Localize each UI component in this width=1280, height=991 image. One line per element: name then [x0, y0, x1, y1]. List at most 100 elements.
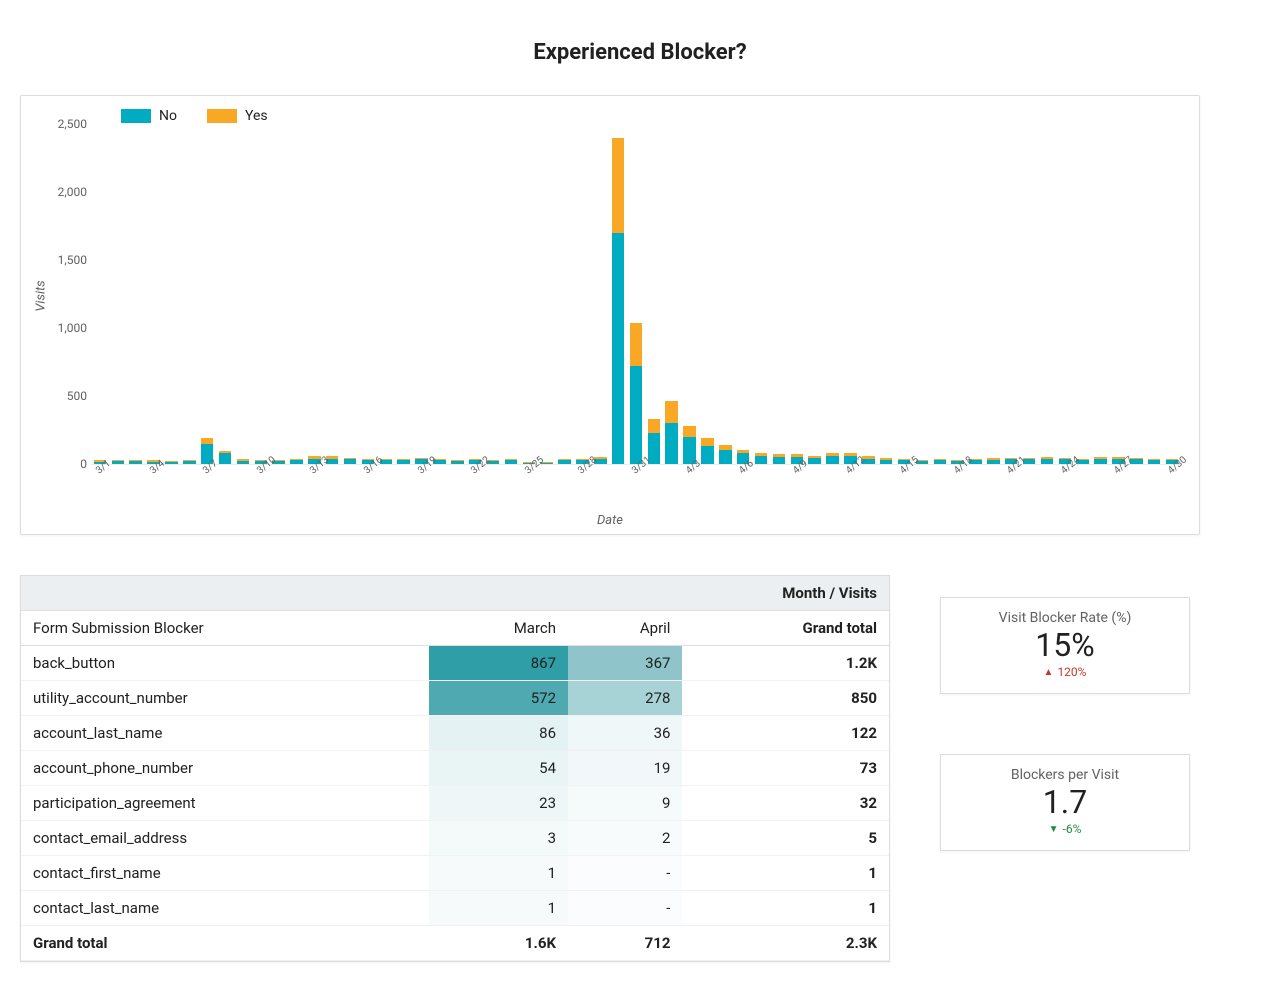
y-tick: 500 — [67, 389, 87, 403]
legend-label-no: No — [159, 108, 177, 124]
blocker-table: Month / Visits Form Submission Blocker M… — [20, 575, 890, 962]
legend-item-yes[interactable]: Yes — [207, 108, 268, 124]
bar[interactable] — [290, 459, 303, 464]
cell-total: 850 — [682, 681, 889, 716]
bar[interactable] — [183, 460, 196, 464]
table-row-header[interactable]: Form Submission Blocker — [21, 611, 429, 646]
table-row[interactable]: account_phone_number541973 — [21, 751, 889, 786]
bar[interactable] — [1041, 457, 1054, 464]
table-col-march[interactable]: March — [429, 611, 568, 646]
bar[interactable] — [648, 419, 661, 464]
chart-legend: No Yes — [121, 108, 268, 124]
bar[interactable] — [701, 438, 714, 464]
chart-card: No Yes Visits 05001,0001,5002,0002,500 3… — [20, 95, 1200, 535]
y-tick: 1,000 — [58, 321, 87, 335]
kpi-delta-text: -6% — [1063, 822, 1082, 836]
cell-total: 1 — [682, 891, 889, 926]
legend-swatch-no — [121, 109, 151, 123]
cell-march: 54 — [429, 751, 568, 786]
bar[interactable] — [1094, 457, 1107, 464]
arrow-down-icon: ▼ — [1049, 824, 1059, 835]
table-super-header: Month / Visits — [21, 576, 889, 611]
kpi-value: 1.7 — [951, 785, 1179, 820]
table-row[interactable]: account_last_name8636122 — [21, 716, 889, 751]
y-axis-label: Visits — [34, 280, 49, 311]
legend-item-no[interactable]: No — [121, 108, 177, 124]
legend-label-yes: Yes — [245, 108, 268, 124]
row-label: contact_first_name — [21, 856, 429, 891]
row-label: contact_email_address — [21, 821, 429, 856]
row-label: back_button — [21, 646, 429, 681]
cell-april: 36 — [568, 716, 682, 751]
row-label: utility_account_number — [21, 681, 429, 716]
y-tick: 0 — [80, 457, 87, 471]
kpi-blockers-per-visit: Blockers per Visit 1.7 ▼ -6% — [940, 754, 1190, 851]
chart-plot-area[interactable] — [91, 124, 1181, 464]
kpi-label: Visit Blocker Rate (%) — [951, 610, 1179, 626]
cell-april: - — [568, 856, 682, 891]
row-label: participation_agreement — [21, 786, 429, 821]
table-col-april[interactable]: April — [568, 611, 682, 646]
cell-total: 122 — [682, 716, 889, 751]
bar[interactable] — [987, 458, 1000, 464]
table-row[interactable]: contact_email_address325 — [21, 821, 889, 856]
bar[interactable] — [1148, 459, 1161, 464]
cell-march: 1 — [429, 856, 568, 891]
bar[interactable] — [219, 451, 232, 464]
cell-march: 23 — [429, 786, 568, 821]
cell-march: 86 — [429, 716, 568, 751]
bar[interactable] — [397, 459, 410, 464]
bar[interactable] — [237, 459, 250, 464]
bar[interactable] — [773, 454, 786, 464]
y-tick: 1,500 — [58, 253, 87, 267]
cell-april: 9 — [568, 786, 682, 821]
bar[interactable] — [826, 453, 839, 464]
bar[interactable] — [558, 459, 571, 464]
bar[interactable] — [934, 459, 947, 464]
cell-total: 5 — [682, 821, 889, 856]
cell-march: 1 — [429, 891, 568, 926]
bar[interactable] — [112, 460, 125, 464]
y-axis: 05001,0001,5002,0002,500 — [51, 124, 91, 464]
y-tick: 2,500 — [58, 117, 87, 131]
row-label: contact_last_name — [21, 891, 429, 926]
bar[interactable] — [129, 460, 142, 464]
cell-march: 3 — [429, 821, 568, 856]
kpi-blocker-rate: Visit Blocker Rate (%) 15% ▲ 120% — [940, 597, 1190, 694]
kpi-delta: ▼ -6% — [951, 822, 1179, 836]
kpi-value: 15% — [951, 628, 1179, 663]
bar[interactable] — [505, 459, 518, 464]
cell-april: 2 — [568, 821, 682, 856]
table-row[interactable]: back_button8673671.2K — [21, 646, 889, 681]
bar[interactable] — [880, 458, 893, 464]
cell-april: 278 — [568, 681, 682, 716]
table-row[interactable]: contact_first_name1-1 — [21, 856, 889, 891]
row-label: account_last_name — [21, 716, 429, 751]
bar[interactable] — [344, 458, 357, 464]
bar[interactable] — [755, 453, 768, 464]
bar[interactable] — [630, 323, 643, 464]
kpi-label: Blockers per Visit — [951, 767, 1179, 783]
table-row[interactable]: utility_account_number572278850 — [21, 681, 889, 716]
table-grand-total: Grand total1.6K7122.3K — [21, 926, 889, 961]
bar[interactable] — [451, 460, 464, 464]
cell-total: 73 — [682, 751, 889, 786]
cell-march: 572 — [429, 681, 568, 716]
bar[interactable] — [719, 445, 732, 464]
arrow-up-icon: ▲ — [1044, 667, 1054, 678]
cell-april: - — [568, 891, 682, 926]
table-col-total[interactable]: Grand total — [682, 611, 889, 646]
x-axis-label: Date — [20, 513, 1200, 528]
table-row[interactable]: participation_agreement23932 — [21, 786, 889, 821]
bar[interactable] — [165, 461, 178, 464]
cell-total: 1 — [682, 856, 889, 891]
bar[interactable] — [665, 401, 678, 464]
table-row[interactable]: contact_last_name1-1 — [21, 891, 889, 926]
cell-april: 19 — [568, 751, 682, 786]
cell-march: 867 — [429, 646, 568, 681]
x-axis: 3/13/43/73/103/133/163/193/223/253/283/3… — [91, 466, 1181, 506]
kpi-delta: ▲ 120% — [951, 665, 1179, 679]
page-title: Experienced Blocker? — [20, 40, 1260, 65]
bar[interactable] — [808, 456, 821, 464]
bar[interactable] — [612, 138, 625, 464]
